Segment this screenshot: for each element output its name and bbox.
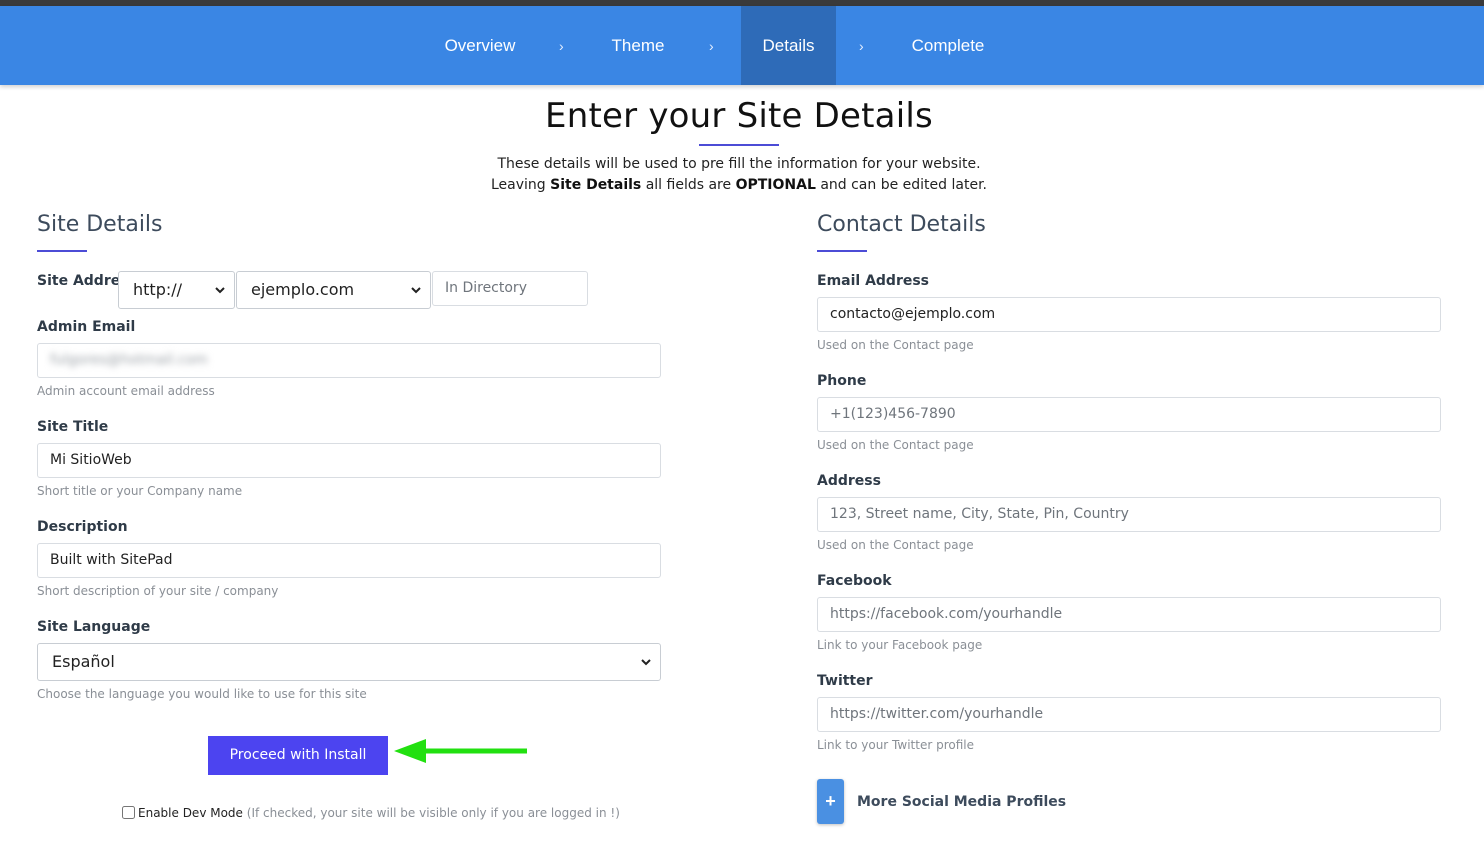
description-help: Short description of your site / company bbox=[37, 584, 279, 598]
intro-line-2: Leaving Site Details all fields are OPTI… bbox=[0, 177, 1478, 193]
proceed-with-install-button[interactable]: Proceed with Install bbox=[208, 736, 388, 775]
intro-text: all fields are bbox=[641, 177, 736, 193]
chevron-down-icon bbox=[411, 287, 421, 294]
directory-input[interactable]: In Directory bbox=[432, 271, 588, 306]
site-details-heading: Site Details bbox=[37, 212, 163, 237]
phone-help: Used on the Contact page bbox=[817, 438, 974, 452]
dev-mode-row: Enable Dev Mode (If checked, your site w… bbox=[122, 806, 620, 820]
description-input[interactable]: Built with SitePad bbox=[37, 543, 661, 578]
contact-details-heading: Contact Details bbox=[817, 212, 986, 237]
admin-email-help: Admin account email address bbox=[37, 384, 215, 398]
page-title: Enter your Site Details bbox=[545, 96, 933, 136]
add-social-profile-button[interactable]: + bbox=[817, 779, 844, 824]
dev-mode-note: (If checked, your site will be visible o… bbox=[246, 806, 620, 820]
step-theme[interactable]: Theme bbox=[598, 6, 678, 85]
step-overview[interactable]: Overview bbox=[430, 6, 530, 85]
site-details-underline bbox=[37, 250, 87, 252]
step-complete[interactable]: Complete bbox=[900, 6, 996, 85]
phone-label: Phone bbox=[817, 373, 867, 389]
address-label: Address bbox=[817, 473, 881, 489]
admin-email-label: Admin Email bbox=[37, 319, 136, 335]
more-social-media-label[interactable]: More Social Media Profiles bbox=[857, 794, 1066, 810]
twitter-label: Twitter bbox=[817, 673, 873, 689]
facebook-help: Link to your Facebook page bbox=[817, 638, 983, 652]
intro-text: Leaving bbox=[490, 177, 551, 193]
contact-email-input[interactable]: contacto@ejemplo.com bbox=[817, 297, 1441, 332]
address-help: Used on the Contact page bbox=[817, 538, 974, 552]
site-language-select[interactable]: Español bbox=[37, 643, 661, 681]
protocol-select[interactable]: http:// bbox=[118, 271, 235, 309]
admin-email-value: fulgores@hotmail.com bbox=[50, 352, 208, 368]
site-language-help: Choose the language you would like to us… bbox=[37, 687, 367, 701]
facebook-input[interactable]: https://facebook.com/yourhandle bbox=[817, 597, 1441, 632]
site-title-label: Site Title bbox=[37, 419, 109, 435]
intro-bold-site-details: Site Details bbox=[550, 177, 642, 193]
step-separator-icon: › bbox=[709, 38, 714, 54]
site-title-help: Short title or your Company name bbox=[37, 484, 243, 498]
step-details[interactable]: Details bbox=[741, 6, 836, 85]
facebook-label: Facebook bbox=[817, 573, 892, 589]
description-label: Description bbox=[37, 519, 128, 535]
dev-mode-label: Enable Dev Mode bbox=[138, 806, 243, 820]
chevron-down-icon bbox=[215, 287, 225, 294]
admin-email-input[interactable]: fulgores@hotmail.com bbox=[37, 343, 661, 378]
email-address-label: Email Address bbox=[817, 273, 930, 289]
site-language-label: Site Language bbox=[37, 619, 151, 635]
step-separator-icon: › bbox=[559, 38, 564, 54]
twitter-help: Link to your Twitter profile bbox=[817, 738, 974, 752]
intro-text: and can be edited later. bbox=[815, 177, 987, 193]
intro-line-1: These details will be used to pre fill t… bbox=[497, 156, 981, 172]
domain-select[interactable]: ejemplo.com bbox=[236, 271, 431, 309]
dev-mode-checkbox[interactable] bbox=[122, 806, 135, 819]
address-input[interactable]: 123, Street name, City, State, Pin, Coun… bbox=[817, 497, 1441, 532]
contact-details-underline bbox=[817, 250, 867, 252]
protocol-value: http:// bbox=[133, 280, 183, 299]
site-language-value: Español bbox=[52, 652, 115, 671]
green-arrow-icon bbox=[394, 739, 527, 763]
wizard-steps-nav: Overview › Theme › Details › Complete bbox=[0, 6, 1484, 85]
twitter-input[interactable]: https://twitter.com/yourhandle bbox=[817, 697, 1441, 732]
intro-bold-optional: OPTIONAL bbox=[735, 177, 816, 193]
chevron-down-icon bbox=[641, 659, 651, 666]
domain-value: ejemplo.com bbox=[251, 280, 355, 299]
site-title-input[interactable]: Mi SitioWeb bbox=[37, 443, 661, 478]
phone-input[interactable]: +1(123)456-7890 bbox=[817, 397, 1441, 432]
title-underline bbox=[699, 144, 779, 146]
contact-email-help: Used on the Contact page bbox=[817, 338, 974, 352]
step-separator-icon: › bbox=[859, 38, 864, 54]
